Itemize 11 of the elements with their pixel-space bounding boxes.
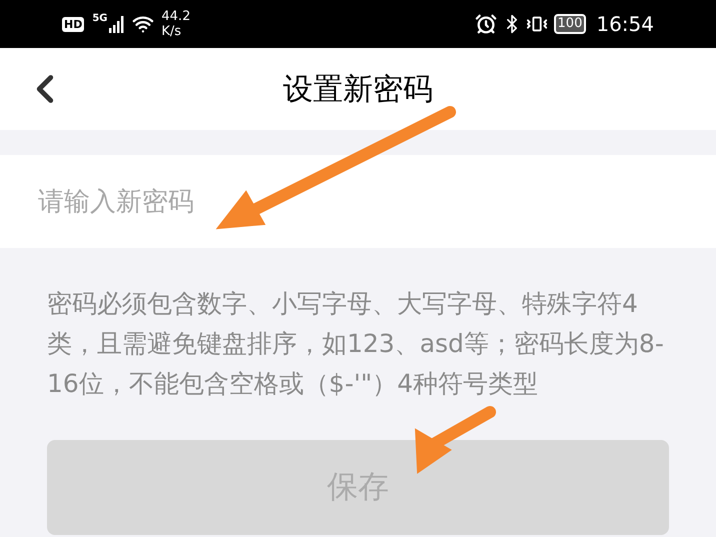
clock-time: 16:54 [596,11,654,38]
battery-indicator: 100 [554,14,586,34]
page-title: 设置新密码 [283,70,433,108]
signal-icon [108,15,125,33]
speed-value: 44.2 [162,9,190,24]
password-hint: 密码必须包含数字、小写字母、大写字母、特殊字符4类，且需避免键盘排序，如123、asd等；密码长度为8-16位，不能包含空格或（$-'"）4种符号类型 [47,288,665,400]
hd-badge: HD [62,16,84,32]
speed-unit: K/s [162,24,182,39]
alarm-icon [474,13,497,35]
password-field[interactable]: 请输入新密码 [0,155,716,248]
network-label: 5G [92,12,108,26]
